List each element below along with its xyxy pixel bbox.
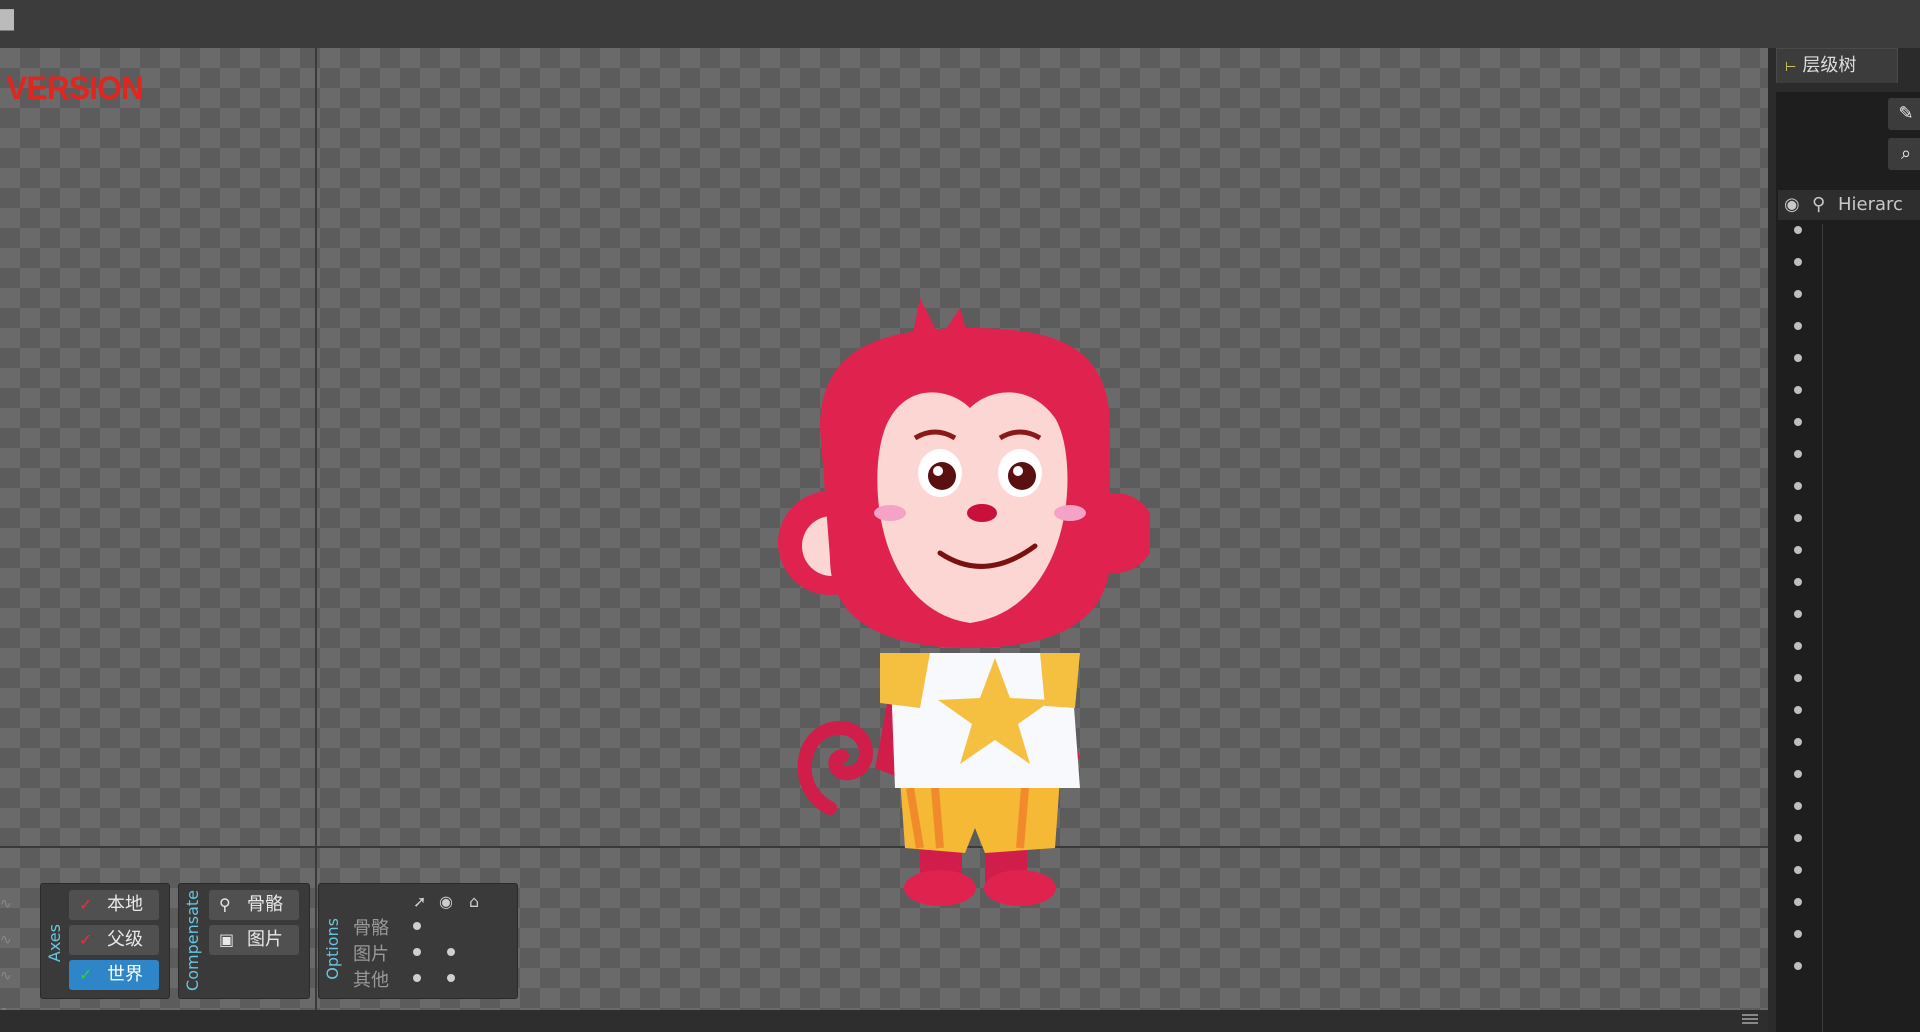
top-toolbar: █ — [0, 0, 1920, 49]
axes-parent-icon: ✓ — [79, 930, 93, 949]
side-tool-strip: ∿ ∿ ∿ ∿ — [0, 896, 20, 1010]
canvas-viewport[interactable]: VERSION ∿ ∿ ∿ Axes ✓ 本地 ✓ 父级 ✓ 世界 Compen… — [0, 48, 1768, 1010]
visibility-dot[interactable] — [1794, 962, 1802, 970]
visibility-dot[interactable] — [1794, 386, 1802, 394]
bone-icon[interactable]: ⚲ — [1812, 190, 1825, 220]
visibility-dot[interactable] — [1794, 578, 1802, 586]
visibility-dot[interactable] — [1794, 290, 1802, 298]
axes-local-icon: ✓ — [79, 895, 93, 914]
visibility-dot[interactable] — [1794, 930, 1802, 938]
axes-parent-button[interactable]: ✓ 父级 — [69, 925, 159, 955]
menu-fragment-icon: █ — [0, 10, 14, 31]
bone-icon: ⚲ — [219, 895, 231, 914]
axes-group-label: Axes — [45, 924, 64, 963]
link-icon[interactable]: ∿ — [0, 896, 20, 932]
options-row-other: 其他 — [349, 964, 499, 991]
hierarchy-visibility-column — [1792, 226, 1804, 1032]
visibility-dot[interactable] — [1794, 418, 1802, 426]
tab-hierarchy[interactable]: ⊢ 层级树 — [1776, 48, 1898, 83]
visibility-dot[interactable] — [1794, 802, 1802, 810]
tag-icon: ⌂ — [469, 892, 480, 911]
other-visible-toggle[interactable] — [447, 974, 455, 982]
hierarchy-divider — [1822, 224, 1823, 1032]
hierarchy-header: ◉ ⚲ Hierarc — [1778, 190, 1920, 220]
select-icon: ➚ — [413, 892, 427, 911]
options-row-image: 图片 — [349, 938, 499, 965]
visibility-dot[interactable] — [1794, 610, 1802, 618]
axes-world-button[interactable]: ✓ 世界 — [69, 960, 159, 990]
monkey-character-image[interactable] — [770, 288, 1150, 908]
compensate-image-button[interactable]: ▣ 图片 — [209, 925, 299, 955]
visibility-dot[interactable] — [1794, 738, 1802, 746]
visibility-dot[interactable] — [1794, 898, 1802, 906]
axes-group: Axes ✓ 本地 ✓ 父级 ✓ 世界 — [40, 883, 170, 999]
visibility-dot[interactable] — [1794, 450, 1802, 458]
visibility-dot[interactable] — [1794, 258, 1802, 266]
options-row-bone: 骨骼 — [349, 912, 499, 939]
visibility-dot[interactable] — [1794, 546, 1802, 554]
right-panel: ⊢ 层级树 ✎ ⌕ ◉ ⚲ Hierarc — [1768, 48, 1920, 1032]
eye-icon[interactable]: ◉ — [1784, 190, 1800, 220]
options-group-label: Options — [323, 918, 342, 980]
visibility-dot[interactable] — [1794, 706, 1802, 714]
search-button[interactable]: ⌕ — [1888, 138, 1920, 170]
version-watermark: VERSION — [6, 70, 144, 106]
other-select-toggle[interactable] — [413, 974, 421, 982]
visibility-dot[interactable] — [1794, 674, 1802, 682]
options-grid: ➚ ◉ ⌂ 骨骼 图片 其他 — [349, 890, 499, 998]
axes-local-button[interactable]: ✓ 本地 — [69, 890, 159, 920]
visibility-dot[interactable] — [1794, 866, 1802, 874]
options-group: Options ➚ ◉ ⌂ 骨骼 图片 其他 — [318, 883, 518, 999]
status-bar — [0, 1010, 1768, 1032]
link-icon[interactable]: ∿ — [0, 968, 20, 1004]
image-select-toggle[interactable] — [413, 948, 421, 956]
compensate-bone-button[interactable]: ⚲ 骨骼 — [209, 890, 299, 920]
link-icon[interactable]: ∿ — [0, 932, 20, 968]
image-visible-toggle[interactable] — [447, 948, 455, 956]
visibility-dot[interactable] — [1794, 834, 1802, 842]
bone-select-toggle[interactable] — [413, 922, 421, 930]
visibility-dot[interactable] — [1794, 322, 1802, 330]
eye-icon: ◉ — [439, 892, 453, 911]
visibility-dot[interactable] — [1794, 482, 1802, 490]
visibility-dot[interactable] — [1794, 642, 1802, 650]
compensate-group-label: Compensate — [183, 890, 202, 991]
y-axis-line — [315, 48, 317, 1010]
visibility-dot[interactable] — [1794, 354, 1802, 362]
visibility-dot[interactable] — [1794, 770, 1802, 778]
tree-icon: ⊢ — [1785, 60, 1797, 75]
axes-world-icon: ✓ — [79, 965, 93, 984]
resize-grip-icon[interactable] — [1742, 1014, 1758, 1026]
visibility-dot[interactable] — [1794, 226, 1802, 234]
pen-tool-button[interactable]: ✎ — [1888, 98, 1920, 130]
compensate-group: Compensate ⚲ 骨骼 ▣ 图片 — [178, 883, 310, 999]
image-icon: ▣ — [219, 930, 235, 949]
visibility-dot[interactable] — [1794, 514, 1802, 522]
